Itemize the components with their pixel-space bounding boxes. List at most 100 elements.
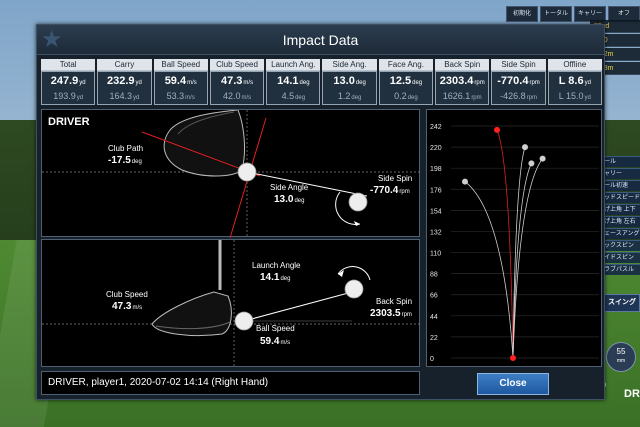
stat-label: Side Spin: [491, 59, 546, 71]
y-tick-label: 198: [430, 166, 442, 173]
menu-item[interactable]: ャリー: [601, 168, 640, 179]
club-name: DRIVER: [48, 116, 90, 128]
stat-column: Back Spin 2303.4rpm 1626.1rpm: [435, 59, 490, 105]
shot-trajectory: [464, 181, 514, 359]
stat-average: 193.9yd: [42, 90, 94, 104]
stat-current-unit: rpm: [474, 80, 485, 86]
stat-column: Launch Ang. 14.1deg 4.5deg: [266, 59, 321, 105]
side-angle-label: Side Angle: [270, 183, 309, 192]
swing-button[interactable]: スイング: [604, 294, 640, 312]
shot-landing-point: [462, 178, 468, 185]
stat-current: 13.0deg: [323, 75, 375, 90]
impact-data-dialog: ★ Impact Data Total 247.9yd 193.9yd Carry 23…: [36, 24, 605, 400]
stat-current-value: 47.3: [220, 75, 243, 87]
menu-item[interactable]: ラブパスル: [601, 264, 640, 275]
shot-trajectory: [512, 163, 532, 359]
club-speed-value: 47.3m/s: [112, 301, 142, 312]
stat-current-unit: m/s: [187, 80, 197, 86]
stat-label: Back Spin: [435, 59, 490, 71]
side-spin-value: -770.4rpm: [370, 185, 410, 196]
stats-row: Total 247.9yd 193.9yd Carry 232.9yd 164.3yd Ba…: [41, 59, 602, 105]
side-spin-label: Side Spin: [378, 174, 413, 183]
stat-average: L 15.0yd: [549, 90, 601, 104]
club-type-label: DR: [624, 388, 640, 400]
stat-label: Face Ang.: [378, 59, 434, 71]
shot-landing-point: [522, 144, 528, 151]
close-button[interactable]: Close: [477, 373, 549, 395]
stat-average-unit: yd: [584, 95, 591, 101]
stat-current-unit: deg: [412, 80, 423, 86]
stat-current-value: 14.1: [277, 75, 299, 87]
stat-average-value: 193.9: [53, 91, 76, 101]
tab-total[interactable]: トータル: [540, 6, 572, 22]
stat-average-unit: m/s: [185, 95, 195, 101]
stat-current: 12.5deg: [380, 75, 432, 90]
stat-average-unit: rpm: [471, 95, 482, 101]
stat-average-value: 164.3: [109, 91, 133, 101]
club-size-indicator[interactable]: 55 mm: [606, 342, 636, 372]
club-path-unit: deg: [131, 159, 142, 165]
stat-average: 53.3m/s: [155, 90, 207, 104]
menu-item[interactable]: イドスピン: [601, 252, 640, 263]
shot-landing-point: [539, 155, 546, 162]
stat-column: Face Ang. 12.5deg 0.2deg: [378, 59, 434, 105]
menu-item[interactable]: げ上角 上下: [601, 204, 640, 215]
menu-item[interactable]: げ上角 左右: [601, 216, 640, 227]
stat-average-unit: deg: [407, 95, 418, 101]
y-tick-label: 242: [430, 124, 442, 131]
stat-current: 2303.4rpm: [436, 75, 488, 90]
y-tick-label: 0: [430, 356, 434, 363]
menu-item[interactable]: ッドスピード: [601, 192, 640, 203]
tee-origin-point: [510, 355, 516, 361]
side-view-graphic: [42, 240, 421, 368]
club-speed-unit: m/s: [132, 305, 143, 311]
stat-label: Carry: [97, 59, 152, 71]
tab-reset[interactable]: 初期化: [506, 6, 538, 22]
stat-current-value: L 8.6: [558, 75, 584, 87]
y-tick-label: 132: [430, 229, 442, 236]
stat-label: Total: [41, 59, 96, 71]
stat-current-unit: m/s: [243, 80, 254, 86]
club-speed-number: 47.3: [112, 301, 132, 312]
back-spin-label: Back Spin: [376, 297, 413, 306]
side-view-panel: Launch Angle 14.1deg Club Speed 47.3m/s …: [41, 239, 421, 368]
stat-current-value: 232.9: [107, 75, 135, 87]
y-tick-label: 110: [430, 251, 441, 258]
menu-item[interactable]: ェースアング: [601, 228, 640, 239]
ball-speed-value: 59.4m/s: [260, 336, 290, 347]
y-tick-label: 154: [430, 208, 442, 215]
stat-average: 42.0m/s: [211, 90, 263, 104]
stat-average-unit: rpm: [526, 95, 537, 101]
side-angle-unit: deg: [294, 198, 305, 204]
y-tick-label: 220: [430, 145, 442, 152]
stat-value-box: 232.9yd 164.3yd: [97, 71, 152, 105]
side-spin-number: -770.4: [370, 185, 399, 196]
stat-current-value: 13.0: [333, 75, 355, 87]
stat-average-value: 1626.1: [442, 91, 471, 101]
side-angle-value: 13.0deg: [274, 194, 304, 205]
side-angle-number: 13.0: [274, 194, 294, 205]
ball-speed-label: Ball Speed: [256, 324, 295, 333]
stat-current-unit: deg: [355, 80, 366, 86]
stat-current: 232.9yd: [98, 75, 150, 90]
menu-item[interactable]: ックスピン: [601, 240, 640, 251]
stat-average-unit: deg: [351, 95, 362, 101]
stat-average-unit: m/s: [241, 95, 252, 101]
top-view-panel: DRIVER Club Path -17.5deg Side Angle 13.…: [41, 109, 421, 238]
y-tick-label: 176: [430, 187, 442, 194]
shot-info-bar: DRIVER, player1, 2020-07-02 14:14 (Right…: [41, 371, 420, 395]
stat-current: 47.3m/s: [211, 75, 263, 90]
stat-column: Offline L 8.6yd L 15.0yd: [547, 59, 602, 105]
stat-current-unit: rpm: [529, 80, 540, 86]
side-spin-unit: rpm: [399, 189, 410, 195]
stat-average: 1.2deg: [323, 90, 375, 104]
menu-item[interactable]: ール初速: [601, 180, 640, 191]
y-tick-label: 66: [430, 293, 438, 300]
menu-item[interactable]: ール: [601, 156, 640, 167]
stat-average-value: 42.0: [222, 91, 241, 101]
stat-average-value: -426.8: [500, 91, 526, 101]
stat-current: 247.9yd: [42, 75, 94, 90]
stat-label: Club Speed: [209, 59, 265, 71]
stat-average-value: 4.5: [281, 91, 295, 101]
back-spin-number: 2303.5: [370, 308, 401, 319]
